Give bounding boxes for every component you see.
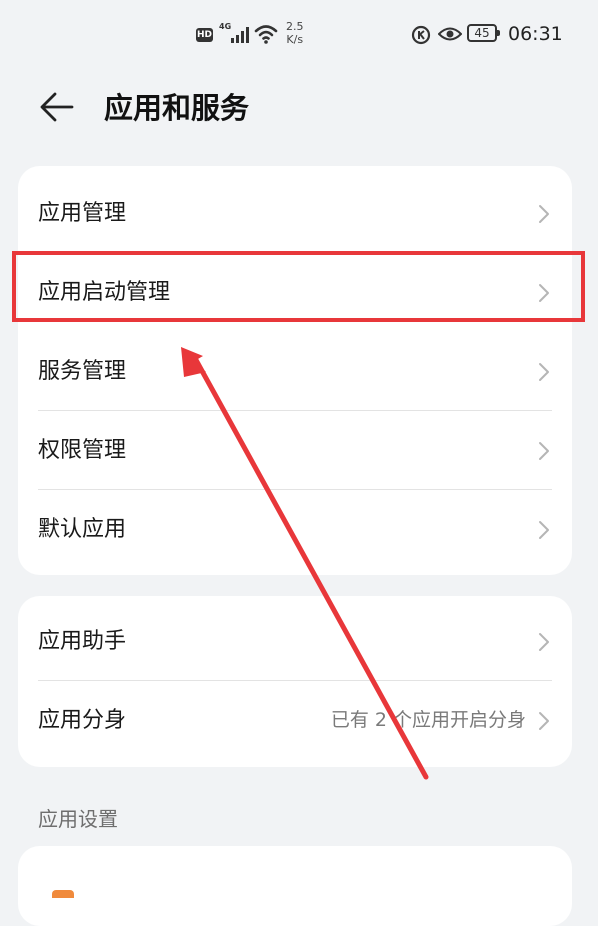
default-apps-item[interactable]: 默认应用 xyxy=(18,490,572,569)
chevron-right-icon xyxy=(539,363,549,381)
speed-unit: K/s xyxy=(286,33,304,46)
settings-card-main: 应用管理 应用启动管理 服务管理 权限管理 默认应用 xyxy=(18,166,572,575)
item-label: 应用管理 xyxy=(38,201,127,226)
permission-management-item[interactable]: 权限管理 xyxy=(18,411,572,490)
app-management-item[interactable]: 应用管理 xyxy=(18,174,572,253)
speed-value: 2.5 xyxy=(286,20,304,33)
item-value: 已有 2 个应用开启分身 xyxy=(330,709,526,731)
app-icon xyxy=(52,890,74,898)
chevron-right-icon xyxy=(539,521,549,539)
chevron-right-icon xyxy=(539,633,549,651)
battery-icon: 45 xyxy=(467,24,500,42)
settings-card-secondary: 应用助手 应用分身 已有 2 个应用开启分身 xyxy=(18,596,572,767)
item-label: 应用助手 xyxy=(38,629,127,654)
hd-badge: HD xyxy=(196,28,213,42)
chevron-right-icon xyxy=(539,712,549,730)
service-management-item[interactable]: 服务管理 xyxy=(18,332,572,411)
section-header-app-settings: 应用设置 xyxy=(38,807,118,831)
back-button[interactable] xyxy=(38,88,76,126)
chevron-right-icon xyxy=(539,284,549,302)
app-settings-card xyxy=(18,846,572,926)
app-launch-management-item[interactable]: 应用启动管理 xyxy=(18,253,572,332)
network-type: 4G xyxy=(219,22,232,31)
chevron-right-icon xyxy=(539,205,549,223)
status-bar: HD 4G 2.5 K/s 45 06:31 xyxy=(0,0,598,70)
item-label: 应用分身 xyxy=(38,708,127,733)
notification-icon xyxy=(411,25,431,45)
wifi-icon xyxy=(254,25,278,44)
app-twin-item[interactable]: 应用分身 已有 2 个应用开启分身 xyxy=(18,681,572,760)
chevron-right-icon xyxy=(539,442,549,460)
back-arrow-icon xyxy=(40,92,74,122)
item-label: 权限管理 xyxy=(38,438,127,463)
network-speed: 2.5 K/s xyxy=(286,20,304,46)
item-label: 默认应用 xyxy=(38,517,127,542)
signal-icon xyxy=(231,27,249,43)
app-assistant-item[interactable]: 应用助手 xyxy=(18,602,572,681)
item-label: 服务管理 xyxy=(38,359,127,384)
item-label: 应用启动管理 xyxy=(38,280,171,305)
eye-icon xyxy=(438,27,462,41)
page-title: 应用和服务 xyxy=(104,91,250,125)
clock: 06:31 xyxy=(508,23,563,45)
